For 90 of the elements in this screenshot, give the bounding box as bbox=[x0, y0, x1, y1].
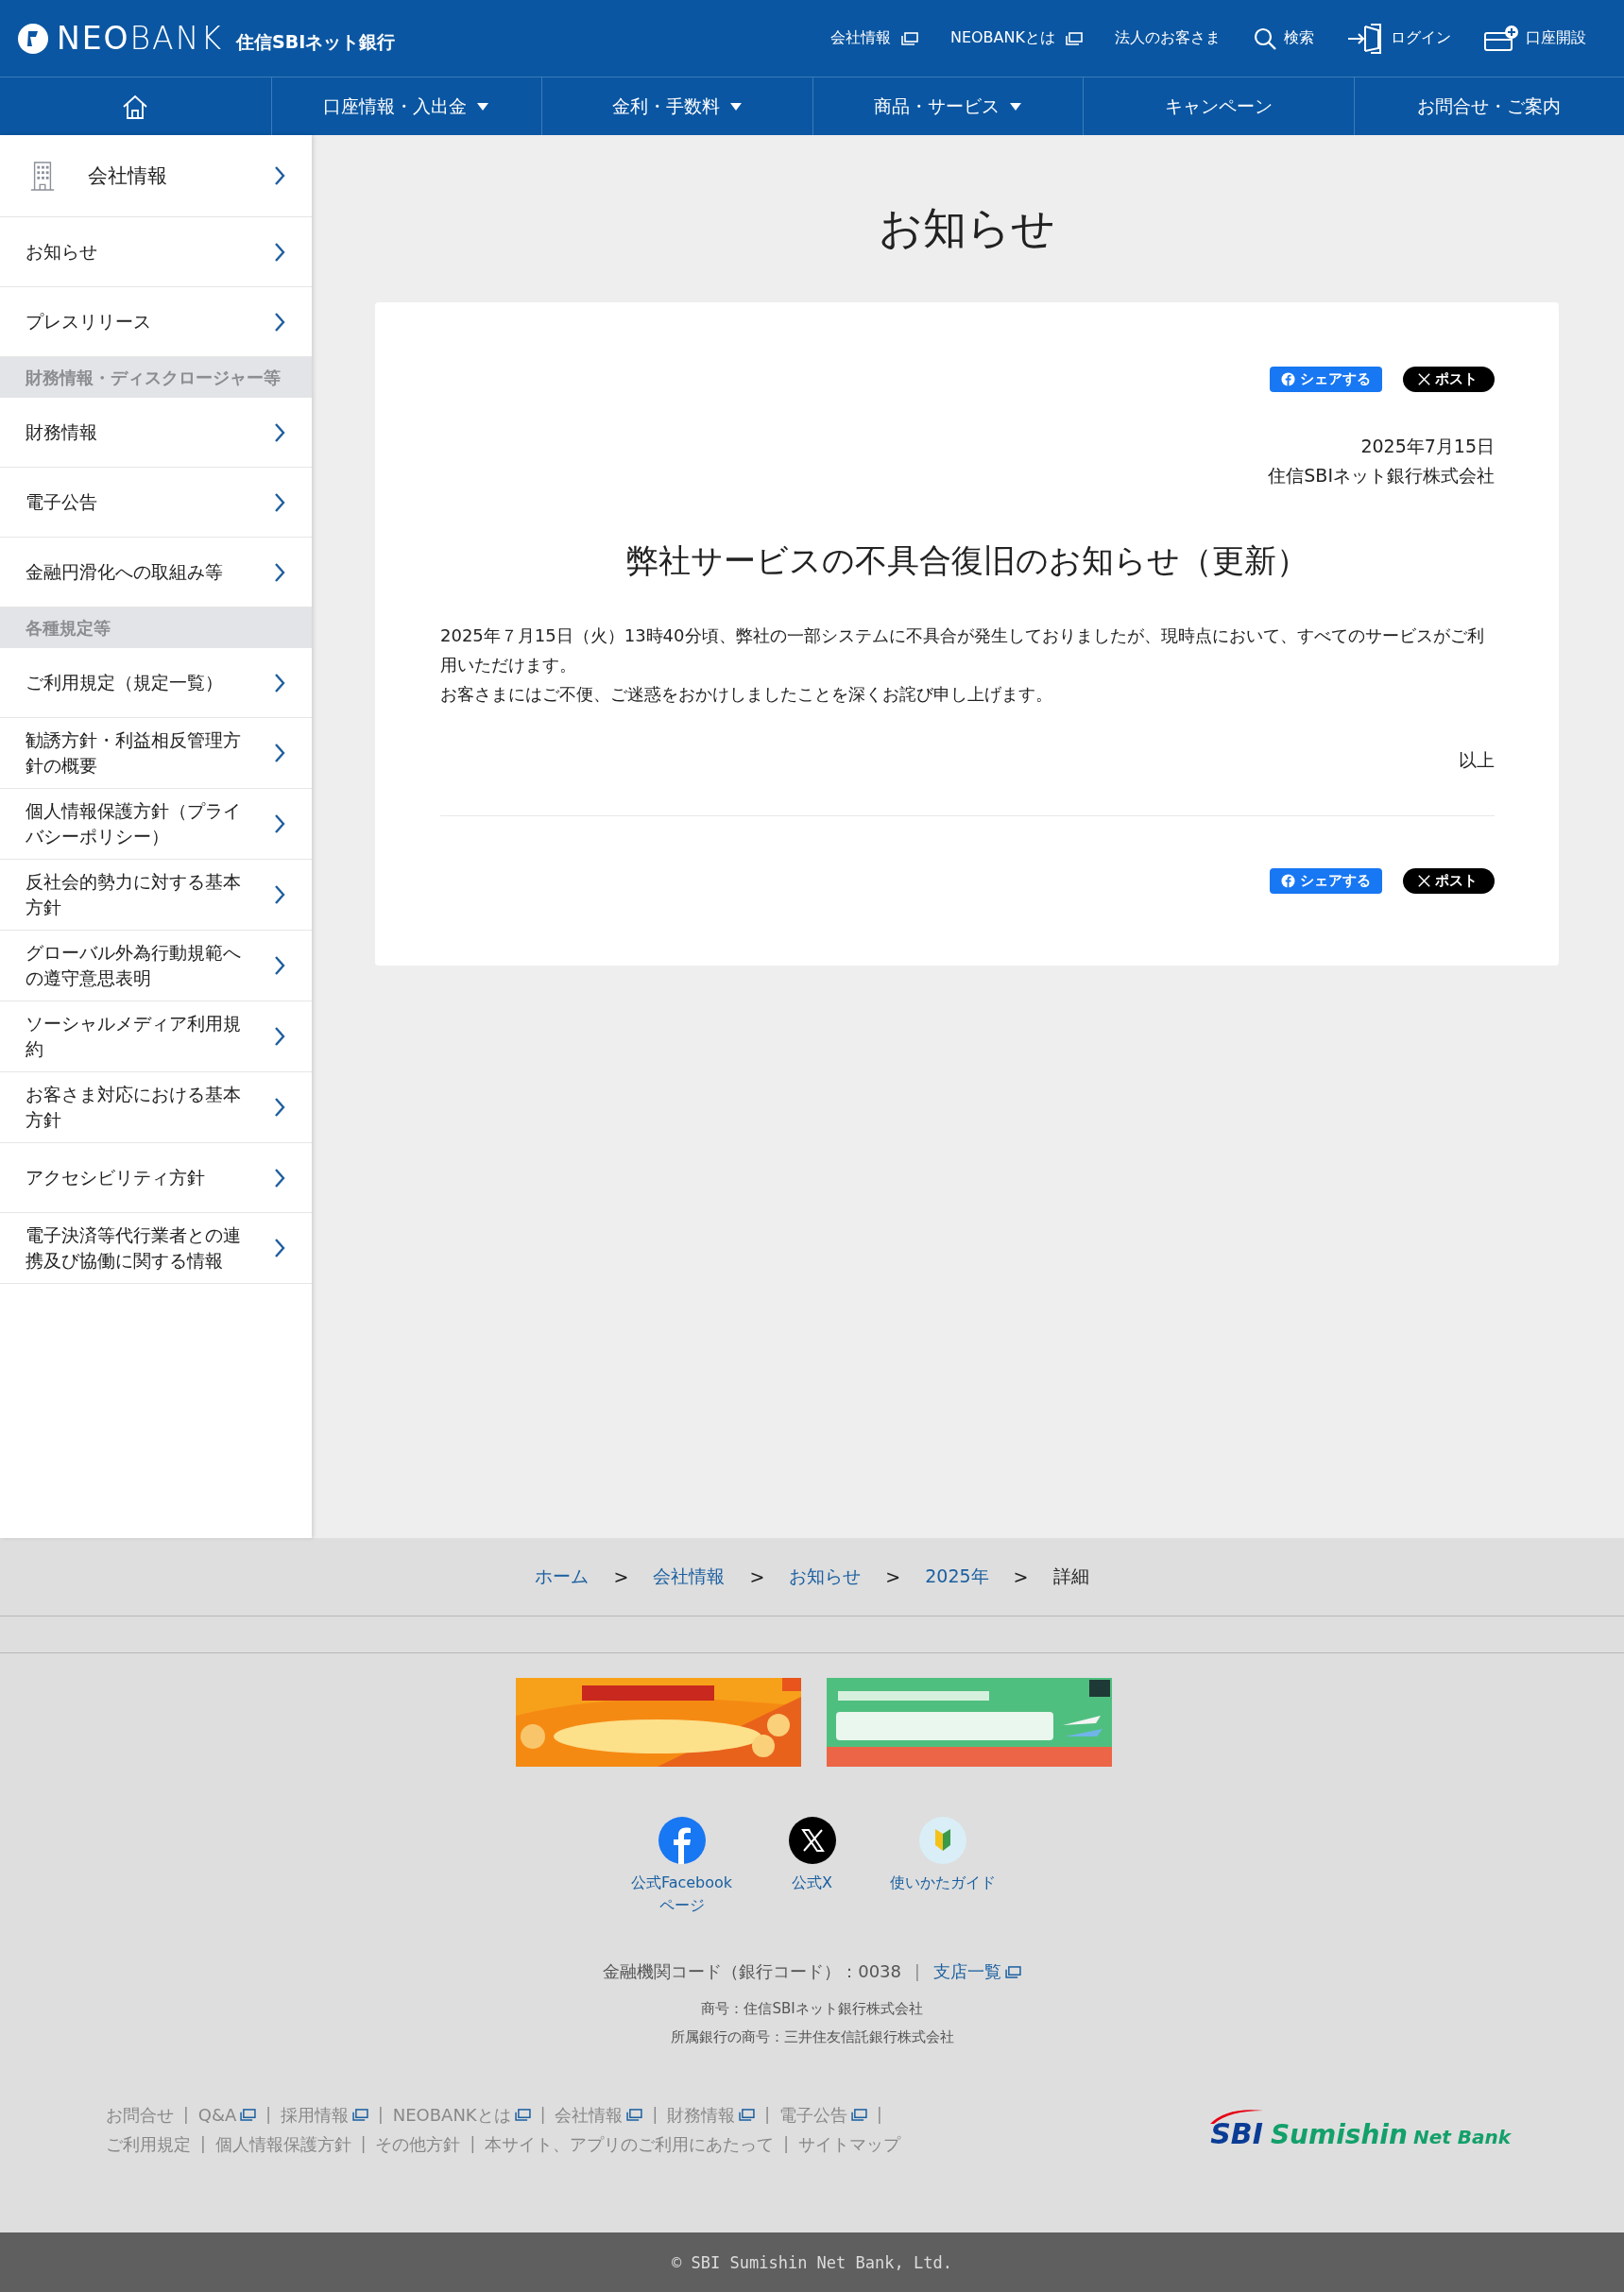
separator: | bbox=[652, 2104, 658, 2126]
sidebar-heading: 各種規定等 bbox=[0, 607, 312, 648]
logo-icon bbox=[17, 22, 49, 55]
separator: | bbox=[378, 2104, 384, 2126]
branch-list-link[interactable]: 支店一覧 bbox=[932, 1960, 1021, 1983]
external-link-icon bbox=[900, 31, 918, 45]
company-name: 住信SBIネット銀行株式会社 bbox=[1267, 464, 1495, 487]
separator: | bbox=[876, 2104, 882, 2126]
chevron-icon bbox=[274, 1238, 285, 1258]
card-icon bbox=[1483, 23, 1519, 54]
separator: | bbox=[470, 2133, 476, 2155]
chevron-icon bbox=[274, 672, 285, 693]
external-link-icon bbox=[352, 2109, 368, 2121]
breadcrumb-separator: > bbox=[613, 1566, 629, 1587]
external-link-icon bbox=[739, 2109, 756, 2121]
separator: | bbox=[915, 1962, 920, 1981]
chevron-icon bbox=[274, 561, 285, 583]
article-paragraph: 2025年７月15日（火）13時40分頃、弊社の一部システムに不具合が発生しておりましたが、現時点において、すべてのサービスがご利用いただけます。 bbox=[440, 624, 1485, 676]
article-paragraph: お客さまにはご不便、ご迷惑をおかけしましたことを深くお詫び申し上げます。 bbox=[440, 683, 1053, 706]
caret-icon bbox=[1008, 101, 1022, 111]
facebook-share-button[interactable]: シェアする bbox=[1270, 868, 1382, 894]
chevron-icon bbox=[274, 491, 285, 513]
facebook-icon bbox=[1281, 874, 1295, 888]
facebook-icon bbox=[1281, 372, 1295, 386]
breadcrumb-separator: > bbox=[885, 1566, 901, 1587]
chevron-icon bbox=[274, 884, 285, 905]
chevron-icon bbox=[274, 955, 285, 976]
x-post-button[interactable]: ポスト bbox=[1403, 367, 1495, 392]
login-icon bbox=[1346, 22, 1384, 55]
breadcrumb-current: 詳細 bbox=[1052, 1565, 1089, 1588]
external-link-icon bbox=[626, 2109, 643, 2121]
header-link[interactable]: ログイン bbox=[1346, 22, 1451, 55]
caret-icon bbox=[728, 101, 743, 111]
x-post-button[interactable]: ポスト bbox=[1403, 868, 1495, 894]
x-icon bbox=[788, 1817, 836, 1864]
social-link[interactable]: 公式X bbox=[755, 1817, 869, 1917]
sbi-sumishin-logo: SBI Sumishin Net Bank bbox=[1206, 2104, 1518, 2155]
breadcrumb-link[interactable]: 会社情報 bbox=[653, 1565, 726, 1589]
chevron-icon bbox=[274, 1097, 285, 1118]
header-link[interactable]: 法人のお客さま bbox=[1115, 28, 1221, 48]
bank-code: 金融機関コード（銀行コード）：0038 bbox=[603, 1960, 902, 1983]
beginner-mark-icon bbox=[918, 1817, 966, 1864]
external-link-icon bbox=[1004, 1965, 1021, 1978]
separator: | bbox=[783, 2133, 789, 2155]
caret-icon bbox=[476, 101, 490, 111]
bank-name: 住信SBIネット銀行 bbox=[236, 29, 396, 54]
header-link[interactable]: 会社情報 bbox=[829, 28, 918, 48]
page-title: お知らせ bbox=[878, 201, 1056, 255]
external-link-icon bbox=[240, 2109, 257, 2121]
external-link-icon bbox=[850, 2109, 867, 2121]
chevron-icon bbox=[274, 813, 285, 834]
breadcrumb-link[interactable]: 2025年 bbox=[925, 1565, 989, 1589]
chevron-icon bbox=[274, 1026, 285, 1047]
x-icon bbox=[1418, 373, 1430, 385]
header-link[interactable]: 口座開設 bbox=[1483, 23, 1586, 54]
x-icon bbox=[1418, 875, 1430, 887]
separator: | bbox=[265, 2104, 271, 2126]
external-link-icon bbox=[514, 2109, 531, 2121]
chevron-icon bbox=[274, 241, 285, 263]
social-link[interactable]: 公式Facebookページ bbox=[624, 1817, 739, 1917]
brand-name[interactable]: NEOBANK bbox=[57, 20, 224, 57]
breadcrumb-separator: > bbox=[749, 1566, 765, 1587]
company-name: 商号：住信SBIネット銀行株式会社 bbox=[700, 1999, 924, 2019]
chevron-icon bbox=[274, 743, 285, 763]
sidebar-heading: 財務情報・ディスクロージャー等 bbox=[0, 357, 312, 398]
company-name: 所属銀行の商号：三井住友信託銀行株式会社 bbox=[669, 2027, 955, 2047]
breadcrumb-separator: > bbox=[1013, 1566, 1029, 1587]
copyright-text: © SBI Sumishin Net Bank, Ltd. bbox=[672, 2252, 952, 2272]
social-link[interactable]: 使いかたガイド bbox=[885, 1817, 1000, 1917]
separator: | bbox=[539, 2104, 546, 2126]
facebook-share-button[interactable]: シェアする bbox=[1270, 367, 1382, 392]
building-icon bbox=[29, 160, 56, 192]
separator: | bbox=[360, 2133, 367, 2155]
chevron-icon bbox=[274, 311, 285, 333]
breadcrumb-link[interactable]: お知らせ bbox=[789, 1565, 862, 1589]
chevron-icon bbox=[274, 165, 285, 186]
article-headline: 弊社サービスの不具合復旧のお知らせ（更新） bbox=[625, 540, 1309, 581]
chevron-icon bbox=[274, 421, 285, 443]
chevron-icon bbox=[274, 1167, 285, 1189]
facebook-icon bbox=[658, 1817, 706, 1864]
external-link-icon bbox=[1066, 31, 1083, 45]
breadcrumb-link[interactable]: ホーム bbox=[535, 1565, 590, 1589]
article-date: 2025年7月15日 bbox=[1359, 435, 1495, 458]
separator: | bbox=[183, 2104, 189, 2126]
header-link[interactable]: NEOBANKとは bbox=[949, 28, 1083, 48]
closing-text: 以上 bbox=[1459, 749, 1495, 770]
separator: | bbox=[200, 2133, 206, 2155]
search-icon bbox=[1253, 26, 1277, 51]
header-link[interactable]: 検索 bbox=[1253, 26, 1314, 51]
separator: | bbox=[764, 2104, 770, 2126]
